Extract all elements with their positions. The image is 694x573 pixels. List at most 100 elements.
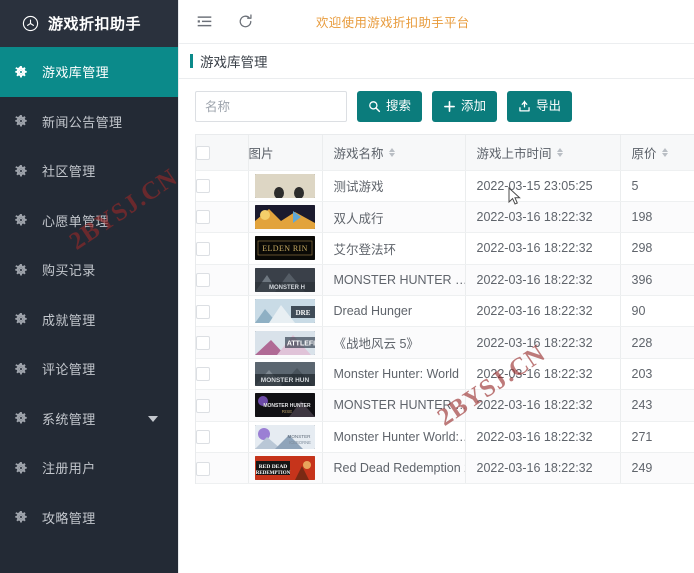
- table-body: 测试游戏 2022-03-15 23:05:25 5 双人成行 2022-03-16 1…: [196, 170, 694, 485]
- brand-logo[interactable]: 游戏折扣助手: [0, 0, 178, 47]
- search-input[interactable]: [195, 91, 347, 122]
- table-row[interactable]: DRE Dread Hunger 2022-03-16 18:22:32 90: [196, 295, 694, 328]
- column-header-price[interactable]: 原价: [620, 135, 694, 171]
- row-checkbox[interactable]: [196, 179, 210, 194]
- gear-icon: [14, 263, 28, 277]
- table-row[interactable]: MONSTER H MONSTER HUNTER … 2022-03-16 18:2…: [196, 264, 694, 297]
- sidebar-item-2[interactable]: 新闻公告管理: [0, 97, 178, 147]
- game-image-cell: RED DEAD REDEMPTION: [248, 452, 323, 485]
- sort-toggle-icon[interactable]: [388, 147, 395, 157]
- table-row[interactable]: 双人成行 2022-03-16 18:22:32 198: [196, 201, 694, 234]
- game-image-cell: MONSTER ICEBORNE: [248, 421, 323, 454]
- page-title: 游戏库管理: [200, 55, 268, 70]
- dread-hunger-thumb: DRE: [255, 299, 315, 324]
- export-icon: [518, 100, 531, 113]
- page-title-bar: 游戏库管理: [179, 44, 694, 79]
- release-date-cell: 2022-03-16 18:22:32: [465, 389, 621, 422]
- refresh-icon[interactable]: [237, 13, 254, 30]
- list-menu-icon[interactable]: [196, 13, 213, 30]
- table-row[interactable]: ATTLEFI 《战地风云 5》 2022-03-16 18:22:32 228: [196, 326, 694, 359]
- table-row[interactable]: MONSTER HUNTER RISE MONSTER HUNTER … 2022-0…: [196, 389, 694, 422]
- column-header-label: 游戏上市时间: [476, 146, 552, 161]
- table-row[interactable]: MONSTER ICEBORNE Monster Hunter World:… 202…: [196, 421, 694, 454]
- test-game-thumb: [255, 173, 315, 198]
- add-button[interactable]: 添加: [432, 91, 498, 122]
- game-name-cell: 双人成行: [322, 201, 466, 234]
- top-bar: 欢迎使用游戏折扣助手平台: [179, 0, 694, 44]
- row-checkbox[interactable]: [196, 273, 210, 288]
- row-select-cell: [196, 452, 249, 485]
- row-checkbox[interactable]: [196, 210, 210, 225]
- row-select-cell: [196, 421, 249, 454]
- sidebar-item-8[interactable]: 系统管理: [0, 394, 178, 444]
- add-button-label: 添加: [461, 99, 487, 114]
- column-header-date[interactable]: 游戏上市时间: [465, 135, 621, 171]
- sidebar-item-4[interactable]: 心愿单管理: [0, 196, 178, 246]
- sidebar-item-9[interactable]: 注册用户: [0, 443, 178, 493]
- row-checkbox[interactable]: [196, 461, 210, 476]
- sidebar-item-1[interactable]: 游戏库管理: [0, 47, 178, 97]
- elden-ring-thumb: ELDEN RIN: [255, 236, 315, 261]
- svg-text:REDEMPTION: REDEMPTION: [256, 471, 291, 476]
- sidebar-item-10[interactable]: 攻略管理: [0, 493, 178, 543]
- select-all-checkbox[interactable]: [196, 145, 210, 160]
- main-area: 欢迎使用游戏折扣助手平台 游戏库管理 搜索: [178, 0, 694, 573]
- game-name-cell: MONSTER HUNTER …: [322, 264, 466, 297]
- gear-icon: [14, 164, 28, 178]
- monster-hunter-rise-thumb: MONSTER H: [255, 267, 315, 292]
- sidebar-item-6[interactable]: 成就管理: [0, 295, 178, 345]
- sidebar-item-3[interactable]: 社区管理: [0, 146, 178, 196]
- export-button[interactable]: 导出: [507, 91, 573, 122]
- row-checkbox[interactable]: [196, 430, 210, 445]
- sidebar-item-7[interactable]: 评论管理: [0, 344, 178, 394]
- row-select-cell: [196, 264, 249, 297]
- table-toolbar: 搜索 添加: [195, 91, 694, 122]
- svg-text:ATTLEFI: ATTLEFI: [287, 340, 315, 347]
- gear-icon: [14, 213, 28, 227]
- release-date-cell: 2022-03-16 18:22:32: [465, 232, 621, 265]
- table-row[interactable]: MONSTER HUN Monster Hunter: World 2022-03-…: [196, 358, 694, 391]
- original-price-cell: 243: [620, 389, 694, 422]
- search-button[interactable]: 搜索: [357, 91, 423, 122]
- column-header-name[interactable]: 游戏名称: [322, 135, 466, 171]
- row-checkbox[interactable]: [196, 398, 210, 413]
- sidebar-menu: 游戏库管理 新闻公告管理 社区管理 心愿单管理购买记录成就管理 评论管理 系统管理 注册用户…: [0, 47, 178, 542]
- game-image-cell: [248, 201, 323, 234]
- row-checkbox[interactable]: [196, 336, 210, 350]
- game-image-cell: MONSTER H: [248, 264, 323, 297]
- release-date-cell: 2022-03-16 18:22:32: [465, 201, 621, 234]
- release-date-cell: 2022-03-16 18:22:32: [465, 452, 621, 485]
- gear-icon: [14, 411, 28, 425]
- release-date-cell: 2022-03-16 18:22:32: [465, 295, 621, 328]
- row-checkbox[interactable]: [196, 367, 210, 382]
- sidebar-item-5[interactable]: 购买记录: [0, 245, 178, 295]
- game-image-cell: ELDEN RIN: [248, 232, 323, 265]
- release-date-cell: 2022-03-16 18:22:32: [465, 358, 621, 391]
- chevron-down-icon[interactable]: [148, 416, 158, 423]
- game-name-cell: Red Dead Redemption 2: [322, 452, 466, 485]
- table-header-row: 图片 游戏名称 游戏上市时间 原价: [196, 135, 694, 171]
- gear-icon: [14, 65, 28, 79]
- gear-icon: [14, 461, 28, 475]
- table-row[interactable]: ELDEN RIN 艾尔登法环 2022-03-16 18:22:32 298: [196, 232, 694, 265]
- it-takes-two-thumb: [255, 205, 315, 230]
- game-name-cell: Monster Hunter: World: [322, 358, 466, 391]
- row-select-cell: [196, 326, 249, 359]
- row-checkbox[interactable]: [196, 241, 210, 256]
- sort-toggle-icon[interactable]: [661, 147, 668, 157]
- original-price-cell: 249: [620, 452, 694, 485]
- original-price-cell: 203: [620, 358, 694, 391]
- original-price-cell: 90: [620, 295, 694, 328]
- red-dead-2-thumb: RED DEAD REDEMPTION: [255, 456, 315, 481]
- table-row[interactable]: RED DEAD REDEMPTION Red Dead Redemption 22…: [196, 452, 694, 485]
- svg-text:RED DEAD: RED DEAD: [259, 464, 288, 470]
- sort-toggle-icon[interactable]: [556, 147, 563, 157]
- column-header-label: 图片: [248, 146, 274, 161]
- game-table: 图片 游戏名称 游戏上市时间 原价 测试游戏 2022-03-15 23:05:25 5 双…: [196, 135, 694, 485]
- row-checkbox[interactable]: [196, 304, 210, 319]
- column-header-check: [196, 135, 249, 171]
- sidebar-item-label: 购买记录: [42, 263, 96, 279]
- svg-text:MONSTER HUN: MONSTER HUN: [261, 377, 310, 384]
- table-row[interactable]: 测试游戏 2022-03-15 23:05:25 5: [196, 170, 694, 202]
- battlefield-5-thumb: ATTLEFI: [255, 330, 315, 355]
